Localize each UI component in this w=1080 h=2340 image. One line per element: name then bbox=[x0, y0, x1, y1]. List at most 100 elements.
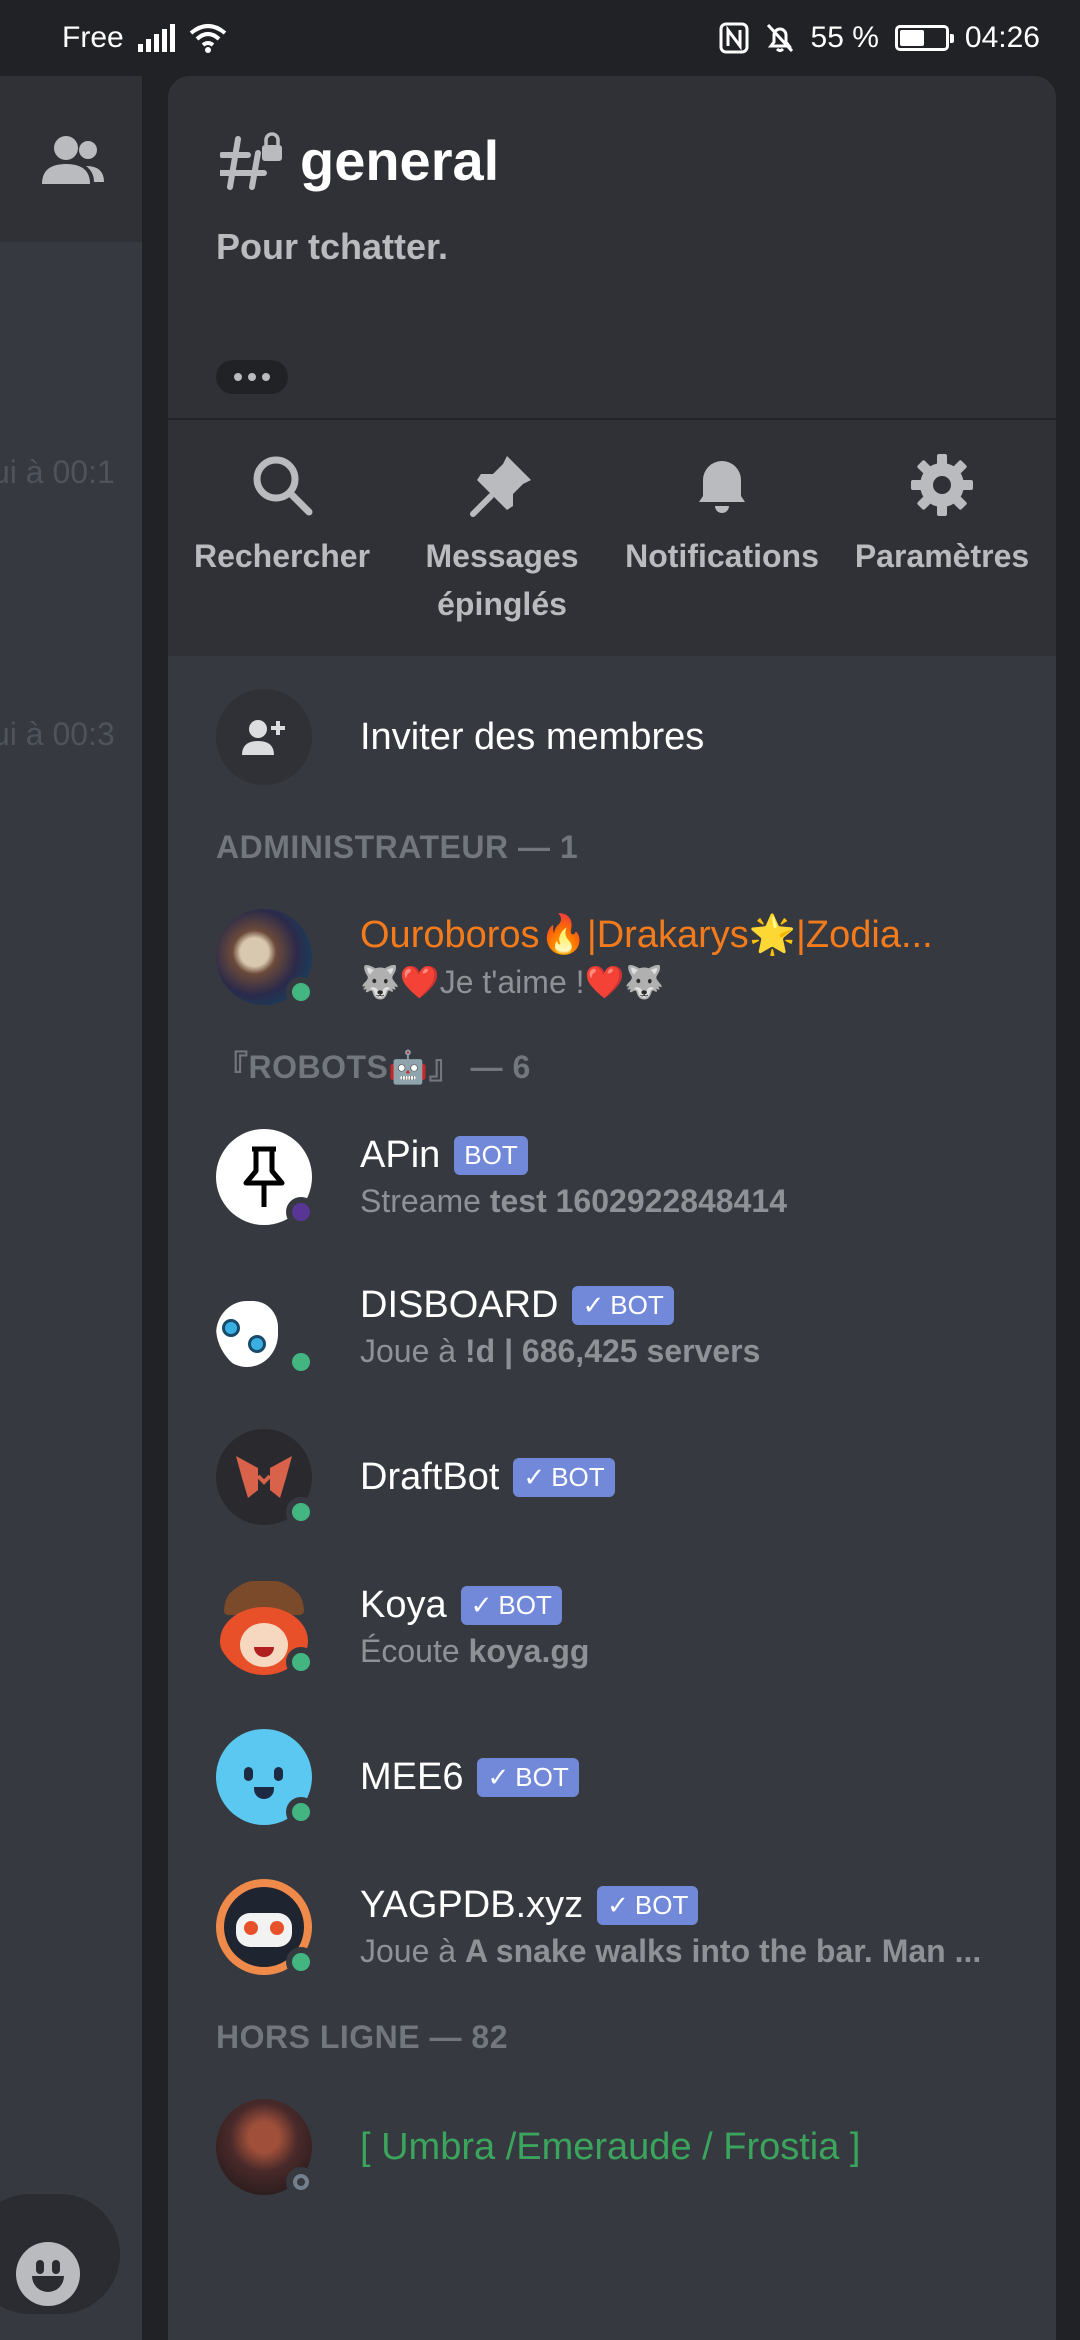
member-status: Écoute koya.gg bbox=[360, 1633, 590, 1669]
avatar bbox=[216, 909, 316, 1007]
message-timestamp: ui à 00:1 bbox=[0, 454, 115, 490]
mute-bell-icon bbox=[766, 23, 793, 53]
draftbot-logo-icon bbox=[236, 1456, 292, 1498]
member-status: Joue à A snake walks into the bar. Man .… bbox=[360, 1933, 982, 1969]
pin-avatar-icon bbox=[243, 1146, 285, 1207]
screen: Free 55 % 04:26 ui à 00:1 ui à 00:3 gene… bbox=[0, 0, 1080, 2340]
member-name: MEE6 bbox=[360, 1755, 464, 1798]
section-offline-header: HORS LIGNE — 82 bbox=[216, 2019, 508, 2055]
member-row-mee6[interactable]: MEE6 ✓ BOT bbox=[216, 1702, 1056, 1852]
more-topic-button[interactable] bbox=[216, 360, 288, 394]
signal-icon bbox=[137, 24, 175, 52]
member-info: DraftBot ✓ BOT bbox=[360, 1456, 1000, 1499]
offline-status-icon bbox=[286, 2167, 316, 2197]
member-status: Streame test 1602922848414 bbox=[360, 1183, 787, 1219]
invite-members-label: Inviter des membres bbox=[360, 715, 705, 758]
avatar bbox=[216, 2099, 316, 2197]
members-icon[interactable] bbox=[38, 132, 108, 188]
member-name: [ Umbra /Emeraude / Frostia ] bbox=[360, 2125, 861, 2168]
member-row-koya[interactable]: Koya ✓ BOT Écoute koya.gg bbox=[216, 1552, 1056, 1702]
avatar bbox=[216, 1579, 316, 1677]
member-status: Joue à !d | 686,425 servers bbox=[360, 1333, 761, 1369]
search-icon bbox=[253, 456, 313, 516]
channel-details-drawer: general Pour tchatter. Rechercher Messag… bbox=[168, 76, 1056, 2340]
emoji-icon[interactable] bbox=[16, 2242, 80, 2306]
avatar bbox=[216, 1279, 316, 1377]
member-name: DraftBot bbox=[360, 1455, 500, 1498]
clock: 04:26 bbox=[964, 21, 1040, 54]
checkmark-icon: ✓ bbox=[487, 1761, 510, 1792]
settings-action-label: Paramètres bbox=[854, 538, 1030, 574]
online-status-icon bbox=[286, 1647, 316, 1677]
verified-bot-tag: ✓ BOT bbox=[460, 1586, 562, 1625]
pins-action-label: Messages épinglés bbox=[425, 538, 579, 622]
online-status-icon bbox=[286, 1797, 316, 1827]
online-status-icon bbox=[286, 1347, 316, 1377]
member-row-apin[interactable]: APin BOT Streame test 1602922848414 bbox=[216, 1102, 1056, 1252]
channel-actions: Rechercher Messages épinglés Notificatio… bbox=[168, 420, 1056, 656]
search-action-button[interactable]: Rechercher bbox=[172, 420, 392, 655]
online-status-icon bbox=[286, 1497, 316, 1527]
member-row-offline[interactable]: [ Umbra /Emeraude / Frostia ] bbox=[216, 2072, 1056, 2222]
member-list: Inviter des membres ADMINISTRATEUR — 1 O… bbox=[168, 662, 1056, 2222]
member-status: 🐺❤️Je t'aime !❤️🐺 bbox=[360, 964, 665, 1000]
locked-channel-icon bbox=[220, 131, 282, 190]
member-name: Koya bbox=[360, 1584, 447, 1626]
member-info: DISBOARD ✓ BOT Joue à !d | 686,425 server… bbox=[360, 1284, 1000, 1370]
channel-topic: Pour tchatter. bbox=[216, 226, 449, 267]
invite-members-button[interactable]: Inviter des membres bbox=[216, 662, 1056, 812]
member-row-admin[interactable]: Ouroboros🔥|Drakarys🌟|Zodia... 🐺❤️Je t'ai… bbox=[216, 882, 1056, 1032]
avatar bbox=[216, 1429, 316, 1527]
message-timestamp: ui à 00:3 bbox=[0, 716, 115, 752]
pin-icon bbox=[470, 456, 531, 517]
member-info: Ouroboros🔥|Drakarys🌟|Zodia... 🐺❤️Je t'ai… bbox=[360, 913, 1000, 1001]
online-status-icon bbox=[286, 1947, 316, 1977]
section-robots-header: 『ROBOTS🤖』 — 6 bbox=[216, 1049, 531, 1085]
member-row-draftbot[interactable]: DraftBot ✓ BOT bbox=[216, 1402, 1056, 1552]
avatar bbox=[216, 1879, 316, 1977]
member-name: YAGPDB.xyz bbox=[360, 1884, 584, 1926]
battery-icon bbox=[894, 25, 954, 51]
wifi-icon bbox=[189, 24, 226, 53]
avatar bbox=[216, 1729, 316, 1827]
member-name: Ouroboros🔥|Drakarys🌟|Zodia... bbox=[360, 914, 933, 956]
member-info: [ Umbra /Emeraude / Frostia ] bbox=[360, 2126, 1000, 2169]
member-row-yagpdb[interactable]: YAGPDB.xyz ✓ BOT Joue à A snake walks int… bbox=[216, 1852, 1056, 2002]
add-user-icon bbox=[216, 689, 312, 785]
carrier-label: Free bbox=[62, 21, 124, 54]
verified-bot-tag: ✓ BOT bbox=[572, 1286, 674, 1325]
member-name: DISBOARD bbox=[360, 1284, 559, 1326]
status-bar-left: Free bbox=[62, 21, 227, 55]
bot-tag: BOT bbox=[454, 1136, 528, 1175]
member-info: APin BOT Streame test 1602922848414 bbox=[360, 1134, 1000, 1220]
channel-name: general bbox=[300, 129, 500, 192]
gear-icon bbox=[911, 454, 973, 516]
notifications-action-button[interactable]: Notifications bbox=[612, 420, 832, 655]
channel-title-row: general bbox=[220, 128, 499, 193]
status-bar-right: 55 % 04:26 bbox=[719, 21, 1040, 55]
pins-action-button[interactable]: Messages épinglés bbox=[392, 420, 612, 655]
checkmark-icon: ✓ bbox=[470, 1590, 493, 1620]
verified-bot-tag: ✓ BOT bbox=[597, 1886, 699, 1925]
battery-percent: 55 % bbox=[810, 21, 879, 54]
member-info: YAGPDB.xyz ✓ BOT Joue à A snake walks int… bbox=[360, 1884, 1000, 1970]
member-info: Koya ✓ BOT Écoute koya.gg bbox=[360, 1584, 1000, 1670]
checkmark-icon: ✓ bbox=[582, 1290, 605, 1320]
member-name: APin bbox=[360, 1134, 441, 1176]
channel-header: general Pour tchatter. bbox=[168, 76, 1056, 420]
member-row-disboard[interactable]: DISBOARD ✓ BOT Joue à !d | 686,425 server… bbox=[216, 1252, 1056, 1402]
bell-icon bbox=[699, 461, 745, 513]
settings-action-button[interactable]: Paramètres bbox=[832, 420, 1052, 655]
checkmark-icon: ✓ bbox=[607, 1890, 629, 1920]
chat-background: ui à 00:1 ui à 00:3 bbox=[0, 76, 142, 2340]
online-status-icon bbox=[286, 977, 316, 1007]
member-info: MEE6 ✓ BOT bbox=[360, 1756, 1000, 1799]
nfc-icon bbox=[719, 22, 749, 54]
battery-fill bbox=[899, 30, 925, 46]
verified-bot-tag: ✓ BOT bbox=[477, 1757, 579, 1797]
notifications-action-label: Notifications bbox=[625, 538, 819, 574]
checkmark-icon: ✓ bbox=[523, 1461, 546, 1492]
verified-bot-tag: ✓ BOT bbox=[513, 1457, 615, 1497]
section-admin-header: ADMINISTRATEUR — 1 bbox=[216, 829, 579, 865]
streaming-status-icon bbox=[286, 1197, 316, 1227]
